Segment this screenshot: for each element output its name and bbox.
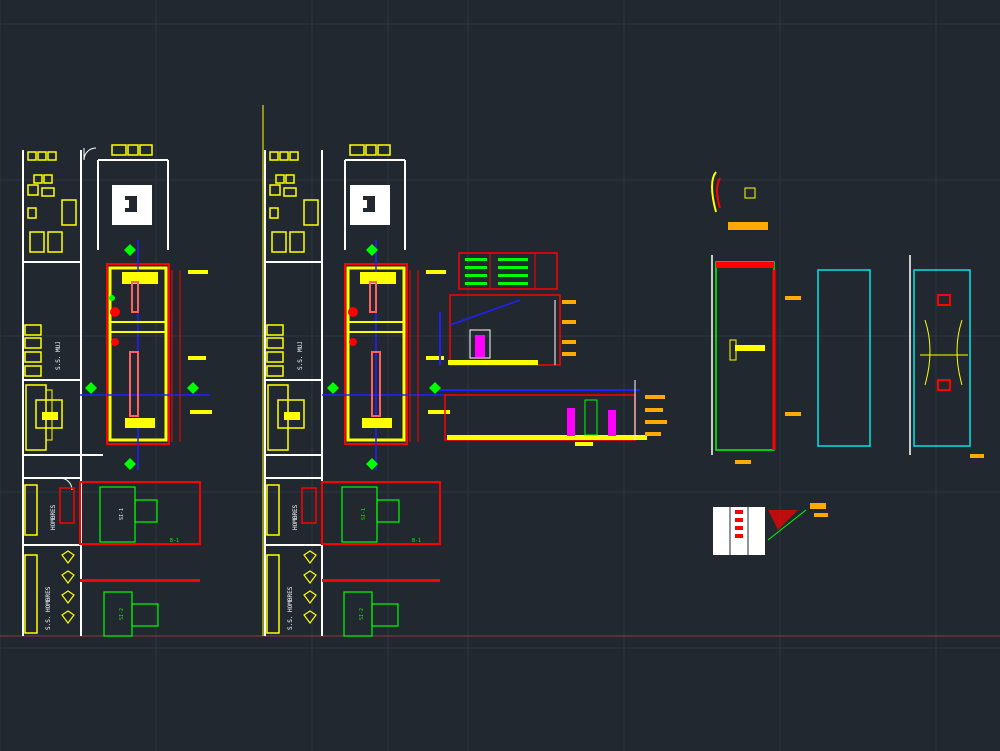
room-label-hombres: HOMBRES	[292, 504, 299, 530]
room-tag: SI-2	[119, 608, 125, 620]
floor-plan-2[interactable]: S.S. MUJ SI-1 B-1 SI-2 HOMBRES S.S. HOMB…	[262, 105, 450, 637]
room-label-s-s-muj: S.S. MUJ	[297, 341, 304, 370]
room-tag: SI-1	[361, 508, 367, 520]
background-grid	[0, 0, 1000, 751]
room-tag: SI-2	[359, 608, 365, 620]
section-tag: B-1	[412, 538, 421, 544]
room-label-hombres: HOMBRES	[50, 504, 57, 530]
room-label-s-s-hombres: S.S. HOMBRES	[45, 586, 52, 630]
elevation-sections[interactable]	[439, 252, 667, 446]
room-label-s-s-hombres: S.S. HOMBRES	[287, 586, 294, 630]
room-label-s-s-muj: S.S. MUJ	[55, 341, 62, 370]
cad-viewport[interactable]: S.S. MUJ SI-1 B-1 SI-2 HOMBRES S.S. HOMB…	[0, 0, 1000, 751]
cad-drawing-canvas[interactable]: S.S. MUJ SI-1 B-1 SI-2 HOMBRES S.S. HOMB…	[0, 0, 1000, 751]
floor-plan-1[interactable]: S.S. MUJ SI-1 B-1 SI-2 HOMBRES S.S. HOMB…	[22, 144, 212, 637]
interior-elevations[interactable]	[711, 171, 984, 555]
section-tag: B-1	[170, 538, 179, 544]
room-tag: SI-1	[119, 508, 125, 520]
